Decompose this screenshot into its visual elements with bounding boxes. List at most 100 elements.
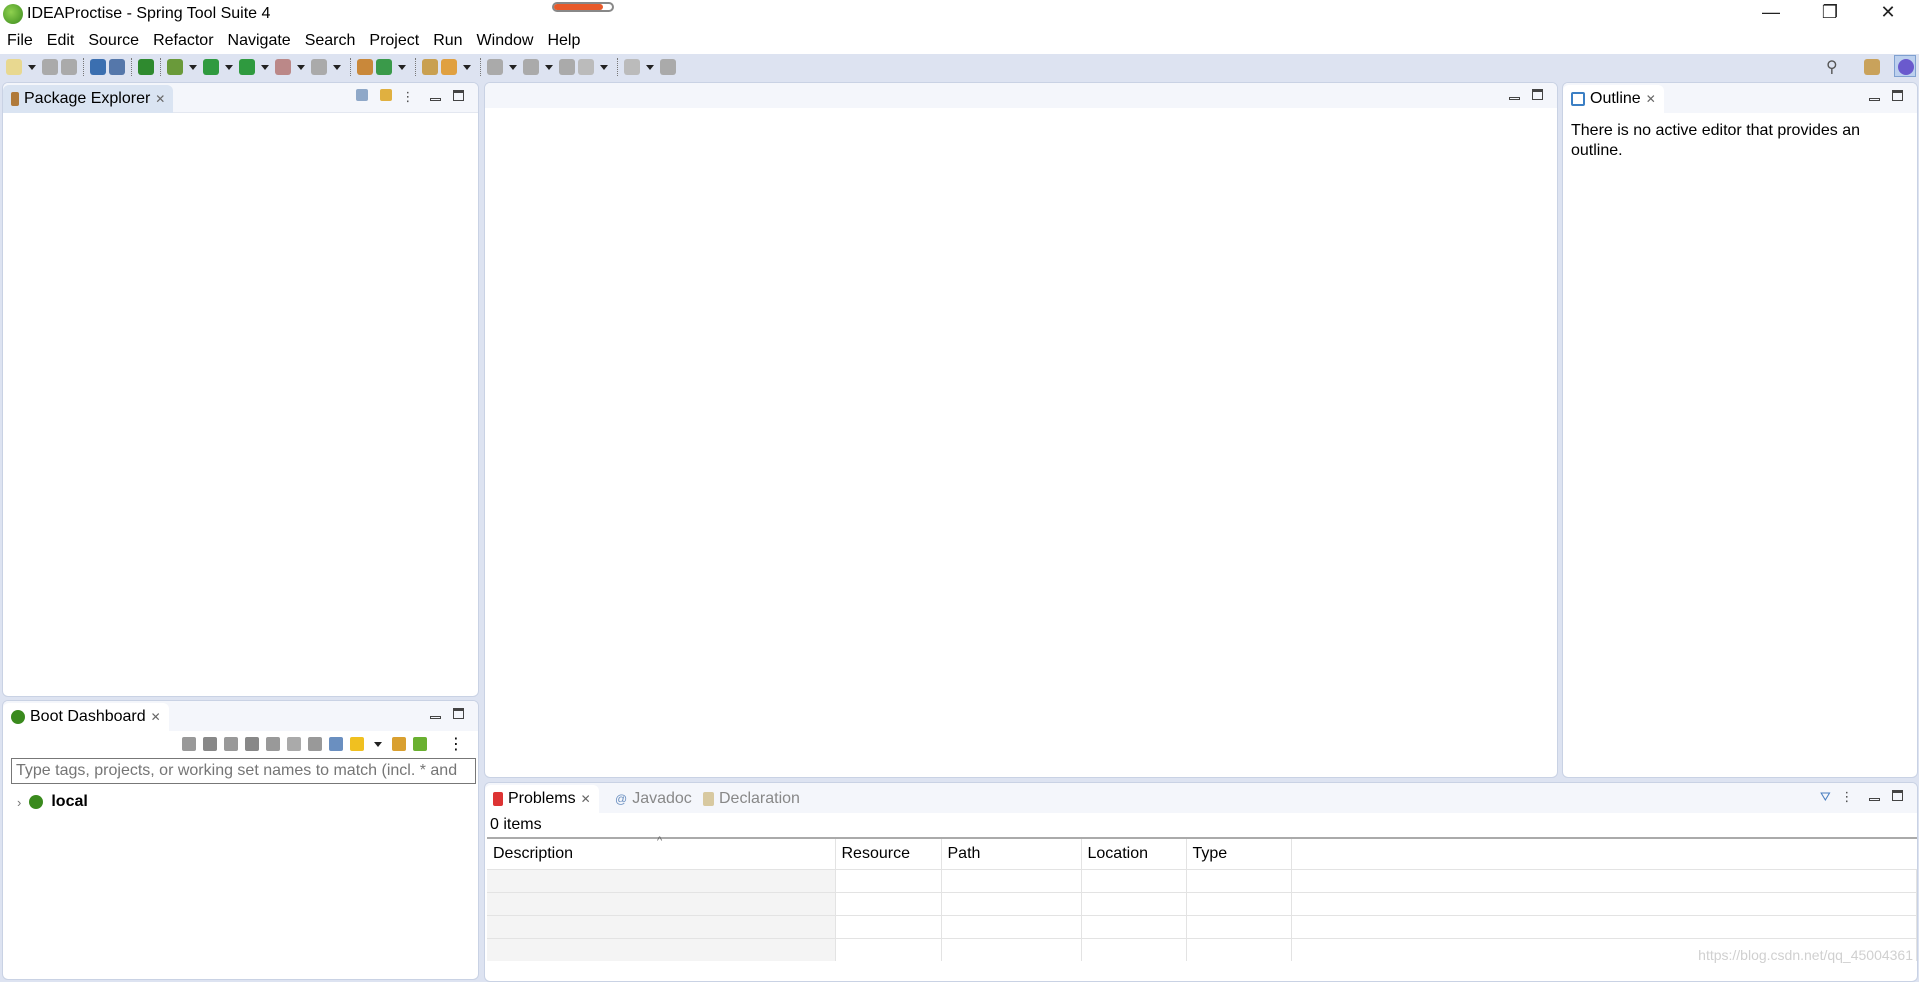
stop-icon[interactable] [275, 59, 291, 75]
dropdown-arrow-icon[interactable] [600, 64, 608, 70]
run-external-icon[interactable] [239, 59, 255, 75]
last-edit-icon[interactable] [559, 59, 575, 75]
minimize-icon[interactable] [430, 98, 441, 101]
menu-search[interactable]: Search [305, 28, 363, 54]
add-icon[interactable] [413, 737, 427, 751]
menu-help[interactable]: Help [547, 28, 587, 54]
minimize-icon[interactable] [1509, 97, 1520, 100]
minimize-icon[interactable] [430, 716, 441, 719]
menu-source[interactable]: Source [88, 28, 146, 54]
search-icon[interactable]: ⚲ [1826, 57, 1838, 77]
open-task-icon[interactable] [441, 59, 457, 75]
tab-boot-dashboard[interactable]: Boot Dashboard ✕ [3, 703, 169, 731]
menu-window[interactable]: Window [477, 28, 541, 54]
dropdown-arrow-icon[interactable] [374, 741, 382, 747]
link-icon[interactable] [109, 59, 125, 75]
menu-run[interactable]: Run [433, 28, 469, 54]
table-cell [835, 937, 942, 961]
menu-refactor[interactable]: Refactor [153, 28, 220, 54]
link-editor-icon[interactable] [379, 89, 392, 101]
next-annotation-icon[interactable] [487, 59, 503, 75]
minimize-icon[interactable] [1869, 98, 1880, 101]
column-header-type[interactable]: Type [1186, 839, 1292, 869]
maximize-icon[interactable] [1892, 90, 1903, 101]
chevron-right-icon[interactable]: › [17, 795, 21, 810]
pin-editor-icon[interactable] [660, 59, 676, 75]
tab-problems[interactable]: Problems ✕ [485, 785, 599, 813]
menu-file[interactable]: File [7, 28, 40, 54]
prev-annotation-icon[interactable] [523, 59, 539, 75]
link-icon[interactable] [392, 737, 406, 751]
menu-navigate[interactable]: Navigate [228, 28, 298, 54]
table-cell [1081, 868, 1187, 892]
new-package-icon[interactable] [357, 59, 373, 75]
edit-icon[interactable] [308, 737, 322, 751]
new-class-icon[interactable] [376, 59, 392, 75]
boot-dashboard-toolbar: ⋮ [182, 734, 464, 754]
dropdown-arrow-icon[interactable] [28, 64, 36, 70]
console-icon[interactable] [266, 737, 280, 751]
tab-declaration[interactable]: Declaration [695, 785, 808, 813]
view-menu-icon[interactable]: ⋮ [401, 89, 414, 104]
column-header-resource[interactable]: Resource [835, 839, 942, 869]
maximize-icon[interactable] [453, 90, 464, 101]
dropdown-arrow-icon[interactable] [509, 64, 517, 70]
minimize-button[interactable]: — [1751, 2, 1791, 26]
minimize-icon[interactable] [1869, 798, 1880, 801]
dropdown-arrow-icon[interactable] [189, 64, 197, 70]
maximize-icon[interactable] [453, 708, 464, 719]
close-icon[interactable]: ✕ [155, 92, 165, 106]
maximize-icon[interactable] [1892, 790, 1903, 801]
menu-project[interactable]: Project [369, 28, 426, 54]
spring-boot-icon[interactable] [138, 59, 154, 75]
collapse-all-icon[interactable] [356, 89, 369, 101]
properties-icon[interactable] [329, 737, 343, 751]
dropdown-arrow-icon[interactable] [398, 64, 406, 70]
dropdown-arrow-icon[interactable] [225, 64, 233, 70]
close-icon[interactable]: ✕ [151, 710, 161, 724]
tab-javadoc[interactable]: @ Javadoc [607, 785, 700, 813]
save-icon[interactable] [42, 59, 58, 75]
view-menu-icon[interactable]: ⋮ [448, 734, 464, 754]
filter-input[interactable] [11, 758, 476, 784]
toolbar-separator [160, 58, 161, 76]
view-menu-icon[interactable]: ⋮ [1840, 789, 1853, 804]
dropdown-arrow-icon[interactable] [261, 64, 269, 70]
dropdown-arrow-icon[interactable] [545, 64, 553, 70]
debug-icon[interactable] [203, 737, 217, 751]
column-header-path[interactable]: Path [941, 839, 1082, 869]
forward-icon[interactable] [624, 59, 640, 75]
dropdown-arrow-icon[interactable] [463, 64, 471, 70]
java-perspective-icon[interactable] [1894, 55, 1916, 77]
run-last-icon[interactable] [311, 59, 327, 75]
tab-package-explorer[interactable]: Package Explorer ✕ [3, 85, 174, 113]
lightbulb-icon[interactable] [350, 737, 364, 751]
close-icon[interactable]: ✕ [581, 792, 591, 806]
run-icon[interactable] [203, 59, 219, 75]
close-icon[interactable]: ✕ [1646, 92, 1656, 106]
refresh-icon[interactable] [245, 737, 259, 751]
dropdown-arrow-icon[interactable] [646, 64, 654, 70]
start-icon[interactable] [182, 737, 196, 751]
save-all-icon[interactable] [61, 59, 77, 75]
dropdown-arrow-icon[interactable] [297, 64, 305, 70]
menu-edit[interactable]: Edit [47, 28, 82, 54]
stop-icon[interactable] [224, 737, 238, 751]
new-icon[interactable] [6, 59, 22, 75]
column-header-filler[interactable] [1291, 839, 1916, 869]
open-perspective-icon[interactable] [1864, 59, 1880, 75]
table-cell [1186, 868, 1292, 892]
close-button[interactable]: ✕ [1868, 2, 1908, 26]
tab-outline[interactable]: Outline ✕ [1563, 85, 1664, 113]
terminal-icon[interactable] [90, 59, 106, 75]
restore-button[interactable]: ❐ [1810, 2, 1850, 26]
dropdown-arrow-icon[interactable] [333, 64, 341, 70]
column-header-location[interactable]: Location [1081, 839, 1187, 869]
debug-icon[interactable] [167, 59, 183, 75]
open-type-icon[interactable] [422, 59, 438, 75]
expose-icon[interactable] [287, 737, 301, 751]
back-icon[interactable] [578, 59, 594, 75]
maximize-icon[interactable] [1532, 89, 1543, 100]
tree-item-local[interactable]: › local [17, 793, 88, 811]
filter-icon[interactable]: ⛛ [1820, 789, 1831, 804]
